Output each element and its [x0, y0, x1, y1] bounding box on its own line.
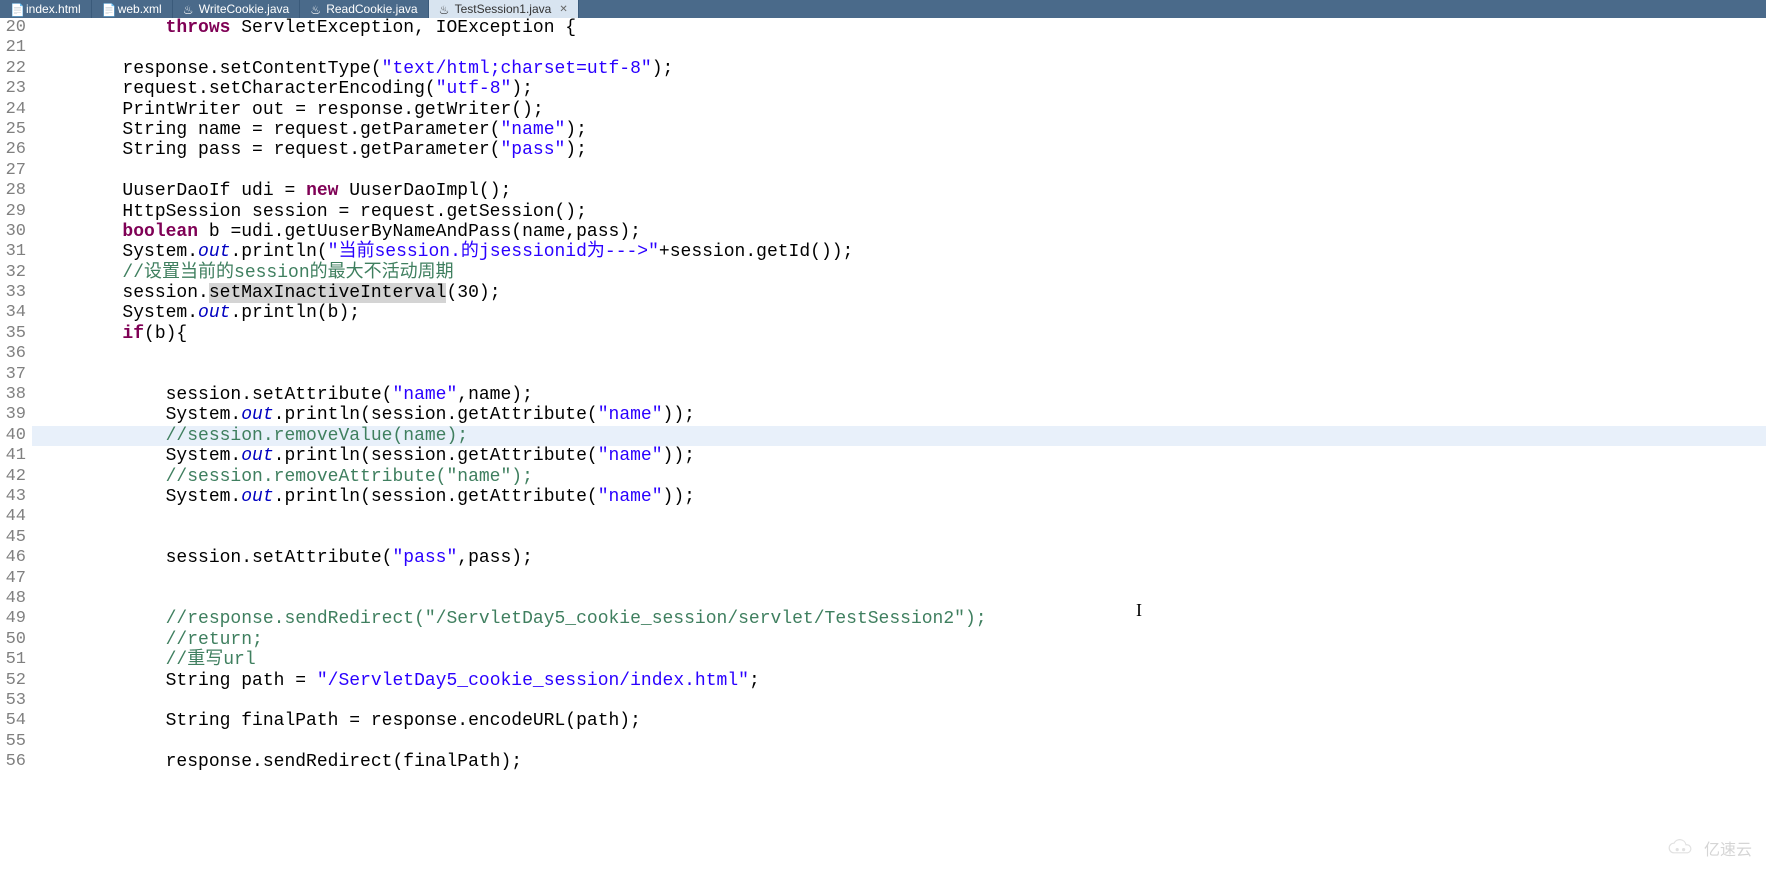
- line-number: 54: [0, 711, 26, 731]
- tab-label: web.xml: [118, 2, 162, 16]
- code-line[interactable]: UuserDaoIf udi = new UuserDaoImpl();: [32, 181, 1766, 201]
- line-number-gutter: 2021222324252627282930313233343536373839…: [0, 18, 32, 870]
- tab-write-cookie[interactable]: ♨ WriteCookie.java: [173, 0, 300, 18]
- code-line[interactable]: session.setAttribute("name",name);: [32, 385, 1766, 405]
- line-number: 56: [0, 752, 26, 772]
- code-line[interactable]: String path = "/ServletDay5_cookie_sessi…: [32, 671, 1766, 691]
- html-icon: 📄: [10, 3, 22, 15]
- code-line[interactable]: request.setCharacterEncoding("utf-8");: [32, 79, 1766, 99]
- line-number: 43: [0, 487, 26, 507]
- line-number: 22: [0, 59, 26, 79]
- line-number: 27: [0, 161, 26, 181]
- code-line[interactable]: String finalPath = response.encodeURL(pa…: [32, 711, 1766, 731]
- line-number: 28: [0, 181, 26, 201]
- line-number: 37: [0, 365, 26, 385]
- code-line[interactable]: System.out.println(session.getAttribute(…: [32, 487, 1766, 507]
- line-number: 49: [0, 609, 26, 629]
- line-number: 23: [0, 79, 26, 99]
- line-number: 24: [0, 100, 26, 120]
- watermark-logo: 亿速云: [1666, 836, 1752, 860]
- code-line[interactable]: [32, 589, 1766, 609]
- tab-label: index.html: [26, 2, 81, 16]
- line-number: 44: [0, 507, 26, 527]
- code-line[interactable]: //重写url: [32, 650, 1766, 670]
- code-line[interactable]: [32, 691, 1766, 711]
- code-line[interactable]: PrintWriter out = response.getWriter();: [32, 100, 1766, 120]
- line-number: 26: [0, 140, 26, 160]
- code-line[interactable]: if(b){: [32, 324, 1766, 344]
- code-line[interactable]: //设置当前的session的最大不活动周期: [32, 263, 1766, 283]
- close-icon[interactable]: ✕: [559, 4, 567, 15]
- code-line[interactable]: response.setContentType("text/html;chars…: [32, 59, 1766, 79]
- tab-index-html[interactable]: 📄 index.html: [0, 0, 92, 18]
- code-line[interactable]: response.sendRedirect(finalPath);: [32, 752, 1766, 772]
- line-number: 31: [0, 242, 26, 262]
- java-icon: ♨: [310, 3, 322, 15]
- line-number: 33: [0, 283, 26, 303]
- cloud-icon: [1666, 838, 1698, 858]
- java-icon: ♨: [183, 3, 195, 15]
- code-line[interactable]: boolean b =udi.getUuserByNameAndPass(nam…: [32, 222, 1766, 242]
- line-number: 34: [0, 303, 26, 323]
- code-line[interactable]: session.setMaxInactiveInterval(30);: [32, 283, 1766, 303]
- line-number: 55: [0, 732, 26, 752]
- code-line[interactable]: session.setAttribute("pass",pass);: [32, 548, 1766, 568]
- code-line[interactable]: [32, 365, 1766, 385]
- code-line[interactable]: System.out.println(session.getAttribute(…: [32, 405, 1766, 425]
- code-line[interactable]: System.out.println(b);: [32, 303, 1766, 323]
- tab-read-cookie[interactable]: ♨ ReadCookie.java: [300, 0, 428, 18]
- tab-test-session1[interactable]: ♨ TestSession1.java ✕: [429, 0, 579, 18]
- code-line[interactable]: [32, 344, 1766, 364]
- code-line[interactable]: [32, 38, 1766, 58]
- line-number: 48: [0, 589, 26, 609]
- line-number: 25: [0, 120, 26, 140]
- code-line[interactable]: [32, 507, 1766, 527]
- line-number: 35: [0, 324, 26, 344]
- code-line[interactable]: [32, 528, 1766, 548]
- code-line[interactable]: //session.removeAttribute("name");: [32, 467, 1766, 487]
- code-line[interactable]: System.out.println(session.getAttribute(…: [32, 446, 1766, 466]
- code-line[interactable]: throws ServletException, IOException {: [32, 18, 1766, 38]
- watermark-text: 亿速云: [1704, 836, 1752, 860]
- line-number: 29: [0, 202, 26, 222]
- line-number: 51: [0, 650, 26, 670]
- text-cursor: I: [1136, 600, 1142, 621]
- line-number: 21: [0, 38, 26, 58]
- code-line[interactable]: HttpSession session = request.getSession…: [32, 202, 1766, 222]
- line-number: 30: [0, 222, 26, 242]
- line-number: 40: [0, 426, 26, 446]
- tab-label: TestSession1.java: [455, 2, 552, 16]
- code-line[interactable]: System.out.println("当前session.的jsessioni…: [32, 242, 1766, 262]
- line-number: 36: [0, 344, 26, 364]
- code-line[interactable]: [32, 732, 1766, 752]
- line-number: 52: [0, 671, 26, 691]
- code-line[interactable]: //response.sendRedirect("/ServletDay5_co…: [32, 609, 1766, 629]
- tab-label: ReadCookie.java: [326, 2, 417, 16]
- line-number: 50: [0, 630, 26, 650]
- tab-label: WriteCookie.java: [199, 2, 289, 16]
- code-editor[interactable]: 2021222324252627282930313233343536373839…: [0, 18, 1766, 870]
- code-line[interactable]: //session.removeValue(name);: [32, 426, 1766, 446]
- line-number: 20: [0, 18, 26, 38]
- line-number: 45: [0, 528, 26, 548]
- code-line[interactable]: String name = request.getParameter("name…: [32, 120, 1766, 140]
- line-number: 32: [0, 263, 26, 283]
- code-area[interactable]: throws ServletException, IOException { r…: [32, 18, 1766, 870]
- xml-icon: 📄: [102, 3, 114, 15]
- line-number: 46: [0, 548, 26, 568]
- java-icon: ♨: [439, 3, 451, 15]
- tab-web-xml[interactable]: 📄 web.xml: [92, 0, 173, 18]
- line-number: 47: [0, 569, 26, 589]
- code-line[interactable]: [32, 569, 1766, 589]
- code-line[interactable]: [32, 161, 1766, 181]
- code-line[interactable]: String pass = request.getParameter("pass…: [32, 140, 1766, 160]
- editor-tabs: 📄 index.html 📄 web.xml ♨ WriteCookie.java ♨…: [0, 0, 1766, 18]
- line-number: 38: [0, 385, 26, 405]
- code-line[interactable]: //return;: [32, 630, 1766, 650]
- line-number: 42: [0, 467, 26, 487]
- line-number: 39: [0, 405, 26, 425]
- line-number: 53: [0, 691, 26, 711]
- line-number: 41: [0, 446, 26, 466]
